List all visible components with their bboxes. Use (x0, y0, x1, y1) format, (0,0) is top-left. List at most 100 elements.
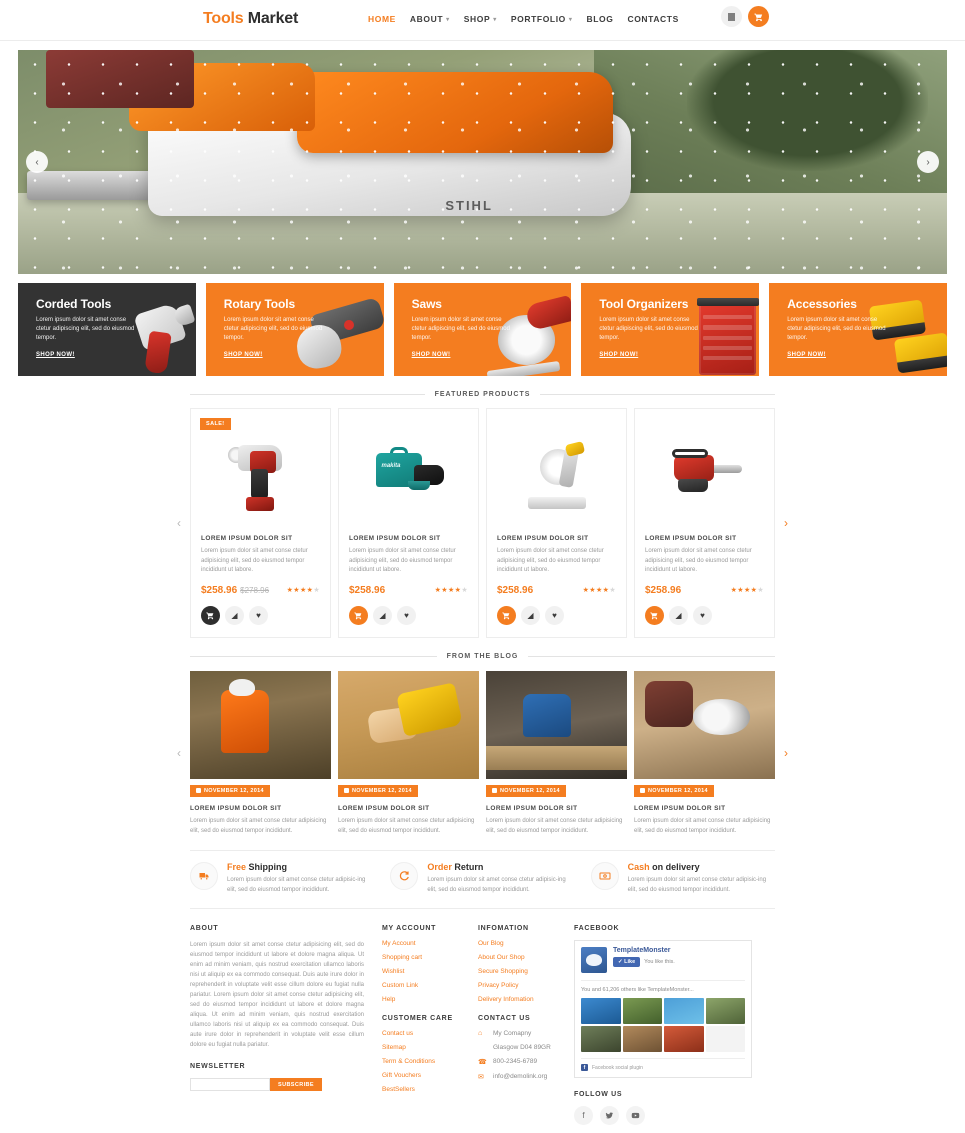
friend-avatar (705, 1026, 745, 1052)
link-contact-us[interactable]: Contact us (382, 1030, 478, 1037)
link-my-account[interactable]: My Account (382, 940, 478, 947)
add-to-cart-button[interactable] (349, 605, 368, 625)
product-card[interactable]: LOREM IPSUM DOLOR SIT Lorem ipsum dolor … (486, 408, 627, 638)
blog-post-title[interactable]: LOREM IPSUM DOLOR SIT (634, 805, 775, 812)
date-text: NOVEMBER 12, 2014 (204, 787, 264, 794)
category-banner-corded-tools[interactable]: Corded Tools Lorem ipsum dolor sit amet … (18, 283, 196, 376)
main-navigation: HOME ABOUT ▾ SHOP ▾ PORTFOLIO ▾ BLOG CONTAC… (368, 14, 679, 24)
service-order-return: Order Return Lorem ipsum dolor sit amet … (390, 862, 574, 895)
youtube-icon[interactable] (626, 1106, 645, 1125)
nav-item-shop[interactable]: SHOP ▾ (464, 14, 497, 24)
footer-heading-about: ABOUT (190, 925, 219, 932)
product-title[interactable]: LOREM IPSUM DOLOR SIT (497, 535, 616, 542)
price-old: $278.96 (240, 585, 270, 595)
category-banner-saws[interactable]: Saws Lorem ipsum dolor sit amet conse ct… (393, 283, 572, 376)
chevron-down-icon: ▾ (493, 16, 497, 23)
cart-icon[interactable] (748, 6, 769, 27)
link-help[interactable]: Help (382, 996, 478, 1003)
wishlist-button[interactable]: ♥ (249, 605, 268, 625)
services-strip: Free Shipping Lorem ipsum dolor sit amet… (190, 850, 775, 909)
link-secure-shopping[interactable]: Secure Shopping (478, 968, 574, 975)
blog-carousel: ‹ › NOVEMBER 12, 2014 LOREM IPSUM DOLOR … (177, 670, 788, 837)
subscribe-button[interactable]: SUBSCRIBE (270, 1078, 322, 1091)
blog-next-button[interactable]: › (784, 746, 788, 760)
compare-button[interactable]: ◢ (373, 605, 392, 625)
hero-slider: STIHL ‹ › (18, 50, 947, 274)
compare-button[interactable]: ◢ (521, 605, 540, 625)
category-banner-rotary-tools[interactable]: Rotary Tools Lorem ipsum dolor sit amet … (205, 283, 384, 376)
blog-post-card[interactable]: NOVEMBER 12, 2014 LOREM IPSUM DOLOR SIT … (338, 670, 479, 837)
link-our-blog[interactable]: Our Blog (478, 940, 574, 947)
twitter-icon[interactable] (600, 1106, 619, 1125)
blog-post-card[interactable]: NOVEMBER 12, 2014 LOREM IPSUM DOLOR SIT … (634, 670, 775, 837)
add-to-cart-button[interactable] (201, 605, 220, 625)
blog-post-card[interactable]: NOVEMBER 12, 2014 LOREM IPSUM DOLOR SIT … (486, 670, 627, 837)
newsletter-email-input[interactable] (190, 1078, 270, 1091)
nav-item-portfolio[interactable]: PORTFOLIO ▾ (511, 14, 573, 24)
category-banner-accessories[interactable]: Accessories Lorem ipsum dolor sit amet c… (769, 283, 947, 376)
contact-email: ✉ info@demolink.org (478, 1073, 574, 1081)
link-shopping-cart[interactable]: Shopping cart (382, 954, 478, 961)
blog-post-excerpt: Lorem ipsum dolor sit amet conse ctetur … (634, 818, 771, 834)
blog-post-card[interactable]: NOVEMBER 12, 2014 LOREM IPSUM DOLOR SIT … (190, 670, 331, 837)
product-title[interactable]: LOREM IPSUM DOLOR SIT (645, 535, 764, 542)
facebook-page-name[interactable]: TemplateMonster (613, 947, 675, 954)
link-wishlist[interactable]: Wishlist (382, 968, 478, 975)
add-to-cart-button[interactable] (645, 605, 664, 625)
compare-button[interactable]: ◢ (669, 605, 688, 625)
money-icon (590, 862, 619, 890)
link-custom-link[interactable]: Custom Link (382, 982, 478, 989)
nav-item-blog[interactable]: BLOG (587, 14, 614, 24)
product-card[interactable]: makita LOREM IPSUM DOLOR SIT Lorem ipsum… (338, 408, 479, 638)
blog-prev-button[interactable]: ‹ (177, 746, 181, 760)
featured-products-carousel: ‹ › SALE! LOREM IPSUM DOLOR SIT Lorem ip… (177, 408, 788, 638)
link-gift-vouchers[interactable]: Gift Vouchers (382, 1072, 478, 1079)
category-cta[interactable]: SHOP NOW! (224, 352, 263, 358)
category-cta[interactable]: SHOP NOW! (412, 352, 451, 358)
blog-post-title[interactable]: LOREM IPSUM DOLOR SIT (338, 805, 479, 812)
wishlist-button[interactable]: ♥ (545, 605, 564, 625)
link-about-our-shop[interactable]: About Our Shop (478, 954, 574, 961)
wishlist-button[interactable]: ♥ (397, 605, 416, 625)
customer-care-links: Contact us Sitemap Term & Conditions Gif… (382, 1030, 478, 1093)
product-title[interactable]: LOREM IPSUM DOLOR SIT (201, 535, 320, 542)
link-privacy-policy[interactable]: Privacy Policy (478, 982, 574, 989)
product-card[interactable]: SALE! LOREM IPSUM DOLOR SIT Lorem ipsum … (190, 408, 331, 638)
logo-second: Market (247, 10, 299, 27)
nav-item-home[interactable]: HOME (368, 14, 396, 24)
category-cta[interactable]: SHOP NOW! (36, 352, 75, 358)
link-delivery-information[interactable]: Delivery Infomation (478, 996, 574, 1003)
product-title[interactable]: LOREM IPSUM DOLOR SIT (349, 535, 468, 542)
category-cta[interactable]: SHOP NOW! (787, 352, 826, 358)
hero-next-button[interactable]: › (917, 151, 939, 173)
calendar-icon (196, 788, 201, 793)
link-sitemap[interactable]: Sitemap (382, 1044, 478, 1051)
compare-button[interactable]: ◢ (225, 605, 244, 625)
site-footer: ABOUT Lorem ipsum dolor sit amet conse c… (190, 925, 775, 1125)
products-prev-button[interactable]: ‹ (177, 516, 181, 530)
category-banner-tool-organizers[interactable]: Tool Organizers Lorem ipsum dolor sit am… (581, 283, 760, 376)
grid-icon[interactable] (721, 6, 742, 27)
nav-item-about[interactable]: ABOUT ▾ (410, 14, 450, 24)
add-to-cart-button[interactable] (497, 605, 516, 625)
nav-item-contacts[interactable]: CONTACTS (627, 14, 678, 24)
blog-post-excerpt: Lorem ipsum dolor sit amet conse ctetur … (486, 818, 623, 834)
nav-label: HOME (368, 14, 396, 24)
blog-post-title[interactable]: LOREM IPSUM DOLOR SIT (486, 805, 627, 812)
blog-post-title[interactable]: LOREM IPSUM DOLOR SIT (190, 805, 331, 812)
facebook-icon[interactable]: f (574, 1106, 593, 1125)
site-logo[interactable]: Tools Market (203, 10, 298, 28)
date-text: NOVEMBER 12, 2014 (352, 787, 412, 794)
category-cta[interactable]: SHOP NOW! (599, 352, 638, 358)
link-bestsellers[interactable]: BestSellers (382, 1086, 478, 1093)
service-title-rest: on delivery (649, 862, 700, 872)
link-terms-conditions[interactable]: Term & Conditions (382, 1058, 478, 1065)
wishlist-button[interactable]: ♥ (693, 605, 712, 625)
product-card[interactable]: LOREM IPSUM DOLOR SIT Lorem ipsum dolor … (634, 408, 775, 638)
hero-prev-button[interactable]: ‹ (26, 151, 48, 173)
facebook-like-button[interactable]: ✓ Like (613, 957, 641, 967)
service-title-rest: Return (451, 862, 484, 872)
price-current: $258.96 (497, 584, 534, 596)
products-next-button[interactable]: › (784, 516, 788, 530)
product-description: Lorem ipsum dolor sit amet conse ctetur … (201, 548, 308, 573)
